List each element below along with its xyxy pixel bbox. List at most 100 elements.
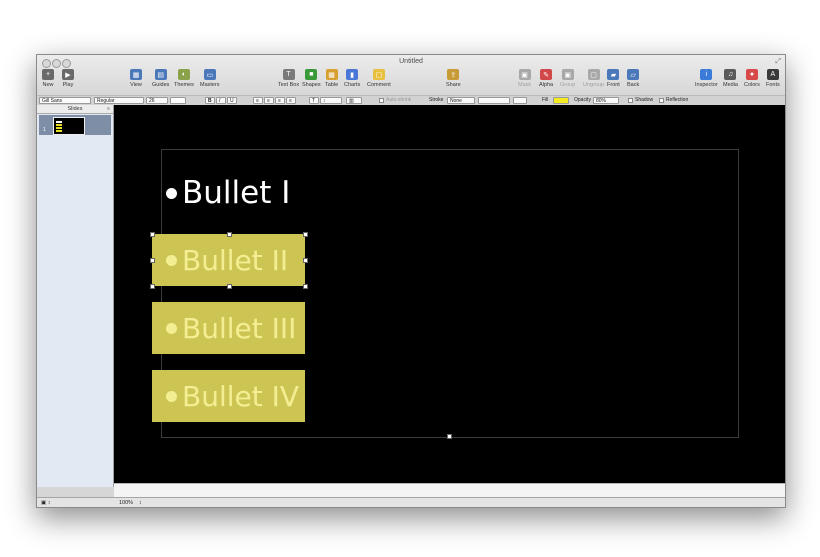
colors-icon: ● (745, 69, 758, 80)
selection-handle[interactable] (303, 284, 308, 289)
slides-title: Slides (67, 106, 83, 112)
selection-handle[interactable] (150, 284, 155, 289)
selected-bullet-box[interactable]: Bullet II (150, 232, 308, 289)
reflection-label: Reflection (666, 97, 689, 103)
view-icon: ▦ (130, 69, 142, 80)
play-button[interactable]: ▶ Play (62, 69, 74, 88)
thumbnail-bullet (56, 121, 62, 123)
opacity-field[interactable]: 80% (593, 97, 619, 104)
shapes-icon: ■ (305, 69, 318, 80)
shadow-checkbox[interactable] (628, 98, 633, 103)
bullet-text: Bullet III (182, 311, 297, 345)
bold-button[interactable]: B (205, 97, 215, 104)
reflection-checkbox[interactable] (659, 98, 664, 103)
media-button[interactable]: ♫ Media (723, 69, 738, 88)
charts-button[interactable]: ▮ Charts (344, 69, 360, 88)
fill-color-well[interactable] (553, 97, 569, 104)
guides-button[interactable]: ▤ Guides (152, 69, 169, 88)
keynote-window: Untitled ⤢ + New ▶ Play ▦ View ▤ Guides ◐ Themes ▭… (36, 54, 786, 508)
inspector-button[interactable]: i Inspector (695, 69, 718, 88)
charts-label: Charts (344, 82, 361, 88)
status-bar: ▣ ↕ 100% ↕ (37, 497, 785, 507)
ungroup-button[interactable]: ▢ Ungroup (583, 69, 604, 88)
text-color-well[interactable] (170, 97, 186, 104)
shapes-button[interactable]: ■ Shapes (302, 69, 321, 88)
resize-handle[interactable] (447, 434, 452, 439)
group-label: Group (560, 82, 576, 88)
slide-canvas[interactable]: Bullet I Bullet II Bullet III Bullet IV (114, 105, 785, 483)
masters-button[interactable]: ▭ Masters (200, 69, 220, 88)
table-label: Table (325, 82, 339, 88)
new-button[interactable]: + New (42, 69, 54, 88)
format-bar: Gill Sans Regular 26 B I U ≡ ≡ ≡ ≡ T ↕ ▥… (37, 95, 785, 105)
fonts-button[interactable]: A Fonts (766, 69, 780, 88)
zoom-stepper-icon[interactable]: ↕ (139, 499, 142, 507)
new-slide-icon[interactable]: ▣ ↕ (41, 499, 50, 507)
align-right-button[interactable]: ≡ (275, 97, 285, 104)
thumbnail-bullet (56, 124, 62, 126)
guides-label: Guides (152, 82, 170, 88)
media-label: Media (723, 82, 738, 88)
italic-button[interactable]: I (216, 97, 226, 104)
zoom-select[interactable]: 100% (119, 499, 133, 507)
fullscreen-icon[interactable]: ⤢ (775, 58, 781, 66)
underline-button[interactable]: U (227, 97, 237, 104)
masters-label: Masters (200, 82, 220, 88)
share-button[interactable]: ⇪ Share (446, 69, 461, 88)
alpha-icon: ✎ (540, 69, 553, 80)
bullet-box[interactable]: Bullet IV (152, 370, 305, 422)
group-button[interactable]: ▣ Group (560, 69, 575, 88)
front-icon: ▰ (607, 69, 620, 80)
stroke-style-select[interactable]: None (447, 97, 475, 104)
font-size-select[interactable]: 26 (146, 97, 168, 104)
justify-button[interactable]: ≡ (286, 97, 296, 104)
mask-button[interactable]: ▣ Mask (518, 69, 531, 88)
textbox-button[interactable]: T Text Box (278, 69, 299, 88)
colors-label: Colors (744, 82, 760, 88)
align-left-button[interactable]: ≡ (253, 97, 263, 104)
alpha-label: Alpha (539, 82, 554, 88)
align-center-button[interactable]: ≡ (264, 97, 274, 104)
textbox-label: Text Box (278, 82, 300, 88)
new-label: New (42, 82, 54, 88)
back-button[interactable]: ▱ Back (627, 69, 639, 88)
line-spacing-select[interactable]: ↕ (320, 97, 342, 104)
bullet-box[interactable]: Bullet III (152, 302, 305, 354)
comment-button[interactable]: ▢ Comment (367, 69, 391, 88)
bullet-text: Bullet I (182, 175, 291, 211)
stroke-line-select[interactable] (478, 97, 510, 104)
mask-icon: ▣ (518, 69, 531, 80)
presenter-notes-area[interactable] (114, 483, 785, 498)
selection-handle[interactable] (150, 258, 155, 263)
auto-shrink-checkbox[interactable] (379, 98, 384, 103)
stroke-label: Stroke (429, 97, 444, 103)
fonts-label: Fonts (766, 82, 780, 88)
comment-icon: ▢ (372, 69, 385, 80)
slide-thumbnail[interactable] (53, 117, 85, 135)
table-icon: ▦ (325, 69, 338, 80)
masters-icon: ▭ (203, 69, 216, 80)
opacity-label: Opacity (574, 97, 591, 103)
columns-select[interactable]: ▥ (346, 97, 362, 104)
font-family-select[interactable]: Gill Sans (39, 97, 91, 104)
selection-handle[interactable] (303, 258, 308, 263)
slide-number: 1 (43, 127, 46, 133)
colors-button[interactable]: ● Colors (744, 69, 760, 88)
selection-handle[interactable] (227, 232, 232, 237)
selection-handle[interactable] (303, 232, 308, 237)
text-inset-button[interactable]: T (309, 97, 319, 104)
selection-handle[interactable] (227, 284, 232, 289)
ungroup-icon: ▢ (587, 69, 600, 80)
alpha-button[interactable]: ✎ Alpha (539, 69, 553, 88)
view-button[interactable]: ▦ View (130, 69, 142, 88)
themes-button[interactable]: ◐ Themes (174, 69, 194, 88)
selection-handle[interactable] (150, 232, 155, 237)
navigator-view-icon[interactable]: ≡ (107, 105, 110, 113)
table-button[interactable]: ▦ Table (325, 69, 338, 88)
bullet-text: Bullet IV (182, 379, 300, 413)
font-style-select[interactable]: Regular (94, 97, 144, 104)
stroke-color-well[interactable] (513, 97, 527, 104)
front-button[interactable]: ▰ Front (607, 69, 620, 88)
inspector-label: Inspector (695, 82, 718, 88)
bullet-item[interactable]: Bullet I (166, 175, 290, 211)
